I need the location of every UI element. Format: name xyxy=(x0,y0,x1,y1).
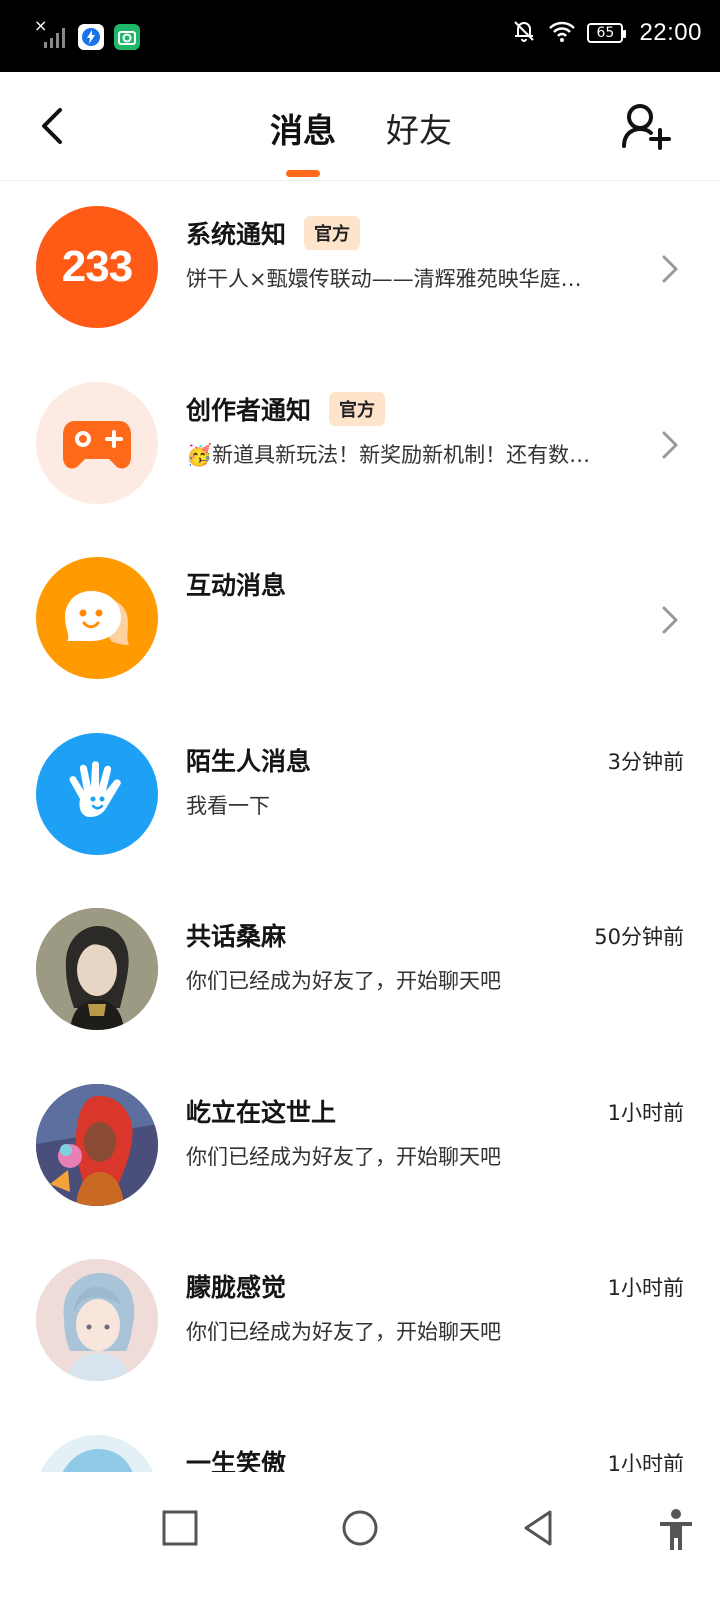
no-signal-mark: × xyxy=(34,16,48,35)
camera-app-icon xyxy=(114,24,140,50)
list-item-stranger[interactable]: 陌生人消息 3分钟前 我看一下 xyxy=(0,708,720,884)
gamepad-icon xyxy=(36,381,158,504)
list-item-system-notice[interactable]: 233 系统通知 官方 饼干人×甄嬛传联动——清辉雅苑映华庭… xyxy=(0,181,720,357)
waving-hand-icon xyxy=(36,732,158,855)
item-title-text: 朦胧感觉 xyxy=(186,1273,287,1302)
item-title: 屹立在这世上 xyxy=(186,1093,336,1129)
item-preview: 你们已经成为好友了，开始聊天吧 xyxy=(186,1144,501,1169)
back-icon[interactable] xyxy=(520,1508,560,1548)
signal-icon: × xyxy=(34,16,68,50)
item-title: 系统通知 官方 xyxy=(186,215,361,251)
brand-233-text: 233 xyxy=(61,242,133,291)
item-preview: 我看一下 xyxy=(186,793,270,818)
system-nav-bar xyxy=(0,1472,720,1600)
list-item-creator-notice[interactable]: 创作者通知 官方 🥳新道具新玩法！新奖励新机制！还有数… xyxy=(0,357,720,533)
user-avatar xyxy=(36,1259,158,1381)
item-title-text: 系统通知 xyxy=(186,220,287,249)
message-list: 233 系统通知 官方 饼干人×甄嬛传联动——清辉雅苑映华庭… 创作者通知 官方… xyxy=(0,181,720,1585)
back-button[interactable] xyxy=(34,102,74,150)
add-user-icon xyxy=(622,104,671,150)
item-time: 1小时前 xyxy=(607,1276,684,1300)
item-time: 1小时前 xyxy=(607,1100,684,1125)
item-title: 陌生人消息 xyxy=(186,742,311,778)
item-title-text: 共话桑麻 xyxy=(186,922,287,951)
chevron-right-icon xyxy=(662,255,678,283)
item-preview: 🥳新道具新玩法！新奖励新机制！还有数… xyxy=(186,442,591,467)
mute-bell-icon xyxy=(511,18,537,48)
user-avatar xyxy=(36,908,158,1030)
home-icon[interactable] xyxy=(340,1508,380,1548)
item-preview: 你们已经成为好友了，开始聊天吧 xyxy=(186,969,501,993)
wifi-icon xyxy=(547,19,577,47)
chevron-right-icon xyxy=(662,431,678,458)
item-title: 互动消息 xyxy=(186,566,286,602)
status-bar: × 65 22:00 xyxy=(0,0,720,72)
battery-icon: 65 xyxy=(587,23,627,43)
accessibility-icon[interactable] xyxy=(656,1508,696,1552)
recent-apps-icon[interactable] xyxy=(160,1508,200,1548)
item-title: 创作者通知 官方 xyxy=(186,391,386,427)
list-item-interaction[interactable]: 互动消息 xyxy=(0,532,720,708)
status-right: 65 22:00 xyxy=(511,18,702,48)
tab-friends[interactable]: 好友 xyxy=(386,104,452,152)
chevron-right-icon xyxy=(662,606,678,634)
user-avatar xyxy=(36,1083,158,1206)
item-title-text: 屹立在这世上 xyxy=(186,1097,337,1127)
item-title: 共话桑麻 xyxy=(186,917,286,953)
active-tab-indicator xyxy=(286,170,320,177)
item-time: 50分钟前 xyxy=(594,925,684,949)
status-left: × xyxy=(34,16,140,50)
top-bar: 消息 好友 xyxy=(0,72,720,181)
list-item-friend[interactable]: 共话桑麻 50分钟前 你们已经成为好友了，开始聊天吧 xyxy=(0,883,720,1059)
add-friend-button[interactable] xyxy=(620,100,672,152)
item-title-text: 陌生人消息 xyxy=(186,746,312,776)
chat-bubble-icon xyxy=(36,557,158,679)
bolt-app-icon xyxy=(78,24,104,50)
item-title-text: 创作者通知 xyxy=(186,395,312,425)
official-badge: 官方 xyxy=(329,391,386,426)
item-preview: 饼干人×甄嬛传联动——清辉雅苑映华庭… xyxy=(186,267,582,291)
item-title-text: 互动消息 xyxy=(186,571,287,600)
list-item-friend[interactable]: 朦胧感觉 1小时前 你们已经成为好友了，开始聊天吧 xyxy=(0,1234,720,1410)
item-title: 朦胧感觉 xyxy=(186,1268,286,1304)
tab-messages[interactable]: 消息 xyxy=(270,104,336,152)
list-item-friend[interactable]: 屹立在这世上 1小时前 你们已经成为好友了，开始聊天吧 xyxy=(0,1059,720,1235)
chevron-left-icon xyxy=(42,108,62,144)
official-badge: 官方 xyxy=(304,216,361,250)
item-time: 3分钟前 xyxy=(607,749,684,774)
brand-233-icon: 233 xyxy=(36,206,158,328)
status-time: 22:00 xyxy=(639,19,702,46)
item-preview: 你们已经成为好友了，开始聊天吧 xyxy=(186,1320,501,1344)
